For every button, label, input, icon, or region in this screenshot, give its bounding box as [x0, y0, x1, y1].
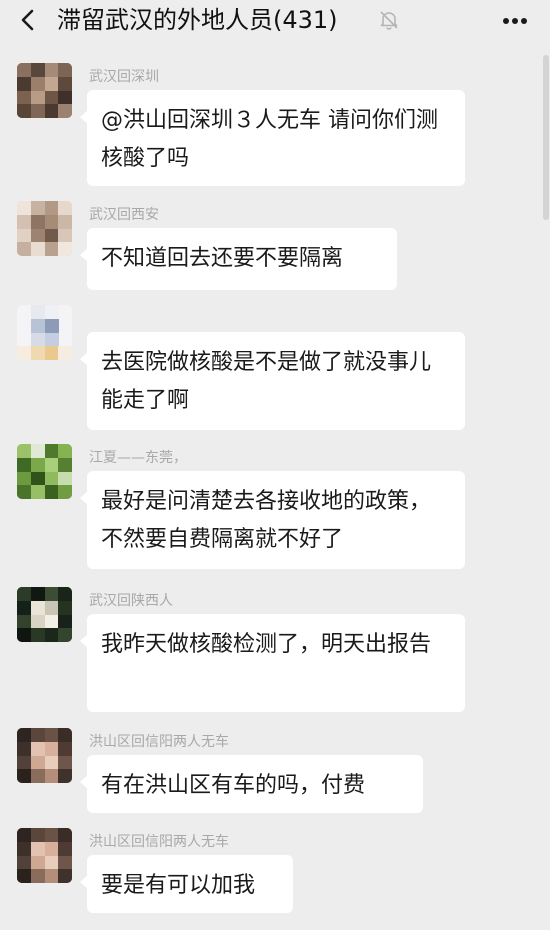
message-text: 要是有可以加我 — [101, 873, 256, 898]
message-bubble[interactable]: 最好是问清楚去各接收地的政策，不然要自费隔离就不好了 — [80, 471, 465, 569]
message-bubble[interactable]: @洪山回深圳３人无车 请问你们测核酸了吗 — [80, 90, 465, 186]
message-bubble[interactable]: 我昨天做核酸检测了，明天出报告 — [80, 614, 465, 712]
message-text: 不知道回去还要不要隔离 — [101, 246, 344, 271]
avatar-blurred-beige — [17, 201, 72, 256]
message-bubble[interactable]: 去医院做核酸是不是做了就没事儿能走了啊 — [80, 332, 465, 430]
avatar-blurred-person — [17, 728, 72, 783]
message-text: 有在洪山区有车的吗，付费 — [101, 773, 366, 798]
message-text: 去医院做核酸是不是做了就没事儿能走了啊 — [101, 350, 432, 413]
message-bubble[interactable]: 有在洪山区有车的吗，付费 — [80, 755, 423, 813]
avatar-blurred-person — [17, 828, 72, 883]
avatar-blurred-green-plant — [17, 444, 72, 499]
avatar[interactable] — [17, 305, 72, 360]
avatar[interactable] — [17, 587, 72, 642]
message-text: 最好是问清楚去各接收地的政策，不然要自费隔离就不好了 — [101, 489, 432, 552]
sender-name: 武汉回陕西人 — [89, 593, 173, 609]
back-chevron-icon[interactable] — [14, 6, 42, 34]
scrollbar[interactable] — [543, 55, 549, 220]
message-bubble[interactable]: 不知道回去还要不要隔离 — [80, 228, 397, 290]
more-dots-icon[interactable] — [499, 9, 531, 33]
mute-bell-icon — [380, 11, 398, 30]
sender-name: 洪山区回信阳两人无车 — [89, 734, 229, 750]
avatar-blurred-dark-flower — [17, 587, 72, 642]
sender-name: 武汉回深圳 — [89, 69, 159, 85]
message-text: @洪山回深圳３人无车 请问你们测核酸了吗 — [101, 108, 438, 171]
chat-title: 滞留武汉的外地人员(431) — [57, 6, 338, 34]
avatar[interactable] — [17, 444, 72, 499]
avatar-blurred-white-bottle — [17, 305, 72, 360]
sender-name: 洪山区回信阳两人无车 — [89, 834, 229, 850]
sender-name: 江夏——东莞， — [89, 450, 187, 466]
avatar[interactable] — [17, 63, 72, 118]
sender-name: 武汉回西安 — [89, 207, 159, 223]
avatar[interactable] — [17, 828, 72, 883]
message-text: 我昨天做核酸检测了，明天出报告 — [101, 632, 432, 657]
avatar[interactable] — [17, 728, 72, 783]
avatar[interactable] — [17, 201, 72, 256]
avatar-blurred-brown — [17, 63, 72, 118]
chat-header: 滞留武汉的外地人员(431) — [0, 0, 550, 44]
message-bubble[interactable]: 要是有可以加我 — [80, 855, 293, 913]
